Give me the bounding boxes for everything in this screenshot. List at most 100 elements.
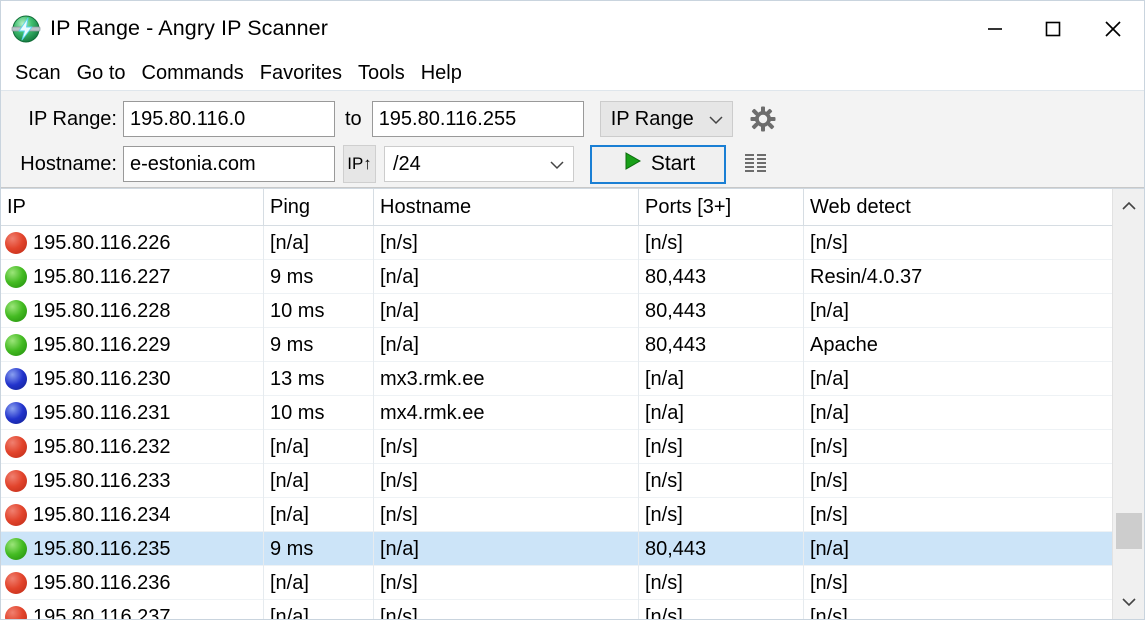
maximize-icon (1045, 21, 1061, 36)
status-green-icon (5, 334, 27, 356)
table-row[interactable]: 195.80.116.232 [n/a] [n/s] [n/s] [n/s] (1, 430, 1114, 464)
chevron-down-icon (708, 108, 724, 131)
status-red-icon (5, 470, 27, 492)
close-button[interactable] (1082, 1, 1144, 56)
cell-hostname: mx4.rmk.ee (374, 396, 639, 430)
cell-ports: 80,443 (639, 260, 804, 294)
cell-ip: 195.80.116.236 (1, 566, 264, 600)
cell-ports: [n/s] (639, 600, 804, 619)
cell-ping: 9 ms (264, 328, 374, 362)
cell-ports: [n/s] (639, 430, 804, 464)
table-row[interactable]: 195.80.116.237 [n/a] [n/s] [n/s] [n/s] (1, 600, 1114, 619)
netmask-select-value: /24 (393, 152, 421, 175)
scrollbar-track[interactable] (1113, 223, 1145, 585)
cell-ip-label: 195.80.116.232 (33, 435, 171, 458)
preferences-button[interactable] (745, 101, 781, 137)
vertical-scrollbar[interactable] (1112, 189, 1144, 619)
export-button[interactable] (738, 146, 774, 182)
hostname-input[interactable]: e-estonia.com (123, 146, 335, 182)
feeder-select[interactable]: IP Range (599, 101, 733, 137)
cell-hostname: [n/s] (374, 226, 639, 260)
chevron-down-icon (549, 153, 565, 176)
table-row[interactable]: 195.80.116.235 9 ms [n/a] 80,443 [n/a] (1, 532, 1114, 566)
cell-ip-label: 195.80.116.233 (33, 469, 171, 492)
table-row[interactable]: 195.80.116.234 [n/a] [n/s] [n/s] [n/s] (1, 498, 1114, 532)
cell-ping: 10 ms (264, 294, 374, 328)
cell-hostname: [n/s] (374, 464, 639, 498)
chevron-down-icon (1121, 598, 1136, 607)
feeder-select-value: IP Range (610, 107, 694, 130)
menu-item-goto[interactable]: Go to (69, 62, 134, 85)
chevron-up-icon (1121, 201, 1136, 210)
toolbar: IP Range: 195.80.116.0 to 195.80.116.255… (1, 91, 1144, 188)
table-row[interactable]: 195.80.116.228 10 ms [n/a] 80,443 [n/a] (1, 294, 1114, 328)
scroll-down-button[interactable] (1113, 585, 1145, 619)
cell-ping: [n/a] (264, 464, 374, 498)
scrollbar-thumb[interactable] (1115, 512, 1142, 549)
minimize-button[interactable] (966, 1, 1024, 56)
cell-ip-label: 195.80.116.230 (33, 367, 171, 390)
cell-ip: 195.80.116.226 (1, 226, 264, 260)
status-green-icon (5, 300, 27, 322)
cell-ip: 195.80.116.229 (1, 328, 264, 362)
cell-hostname: mx3.rmk.ee (374, 362, 639, 396)
gear-icon (750, 106, 776, 132)
cell-ports: [n/s] (639, 566, 804, 600)
cell-ping: 9 ms (264, 532, 374, 566)
status-green-icon (5, 266, 27, 288)
cell-ip: 195.80.116.231 (1, 396, 264, 430)
cell-ip-label: 195.80.116.235 (33, 537, 171, 560)
results-grid: IP Ping Hostname Ports [3+] Web detect 1… (1, 189, 1114, 619)
maximize-button[interactable] (1024, 1, 1082, 56)
menu-bar: Scan Go to Commands Favorites Tools Help (1, 56, 1144, 91)
table-row[interactable]: 195.80.116.236 [n/a] [n/s] [n/s] [n/s] (1, 566, 1114, 600)
toolbar-row-hostname: Hostname: e-estonia.com IP↑ /24 Start (1, 142, 774, 186)
cell-ping: 9 ms (264, 260, 374, 294)
cell-ip: 195.80.116.232 (1, 430, 264, 464)
cell-ping: [n/a] (264, 430, 374, 464)
menu-item-scan[interactable]: Scan (7, 62, 69, 85)
table-header-row: IP Ping Hostname Ports [3+] Web detect (1, 189, 1114, 226)
status-blue-icon (5, 402, 27, 424)
cell-ip-label: 195.80.116.226 (33, 231, 171, 254)
cell-ip: 195.80.116.233 (1, 464, 264, 498)
table-row[interactable]: 195.80.116.230 13 ms mx3.rmk.ee [n/a] [n/a] (1, 362, 1114, 396)
netmask-select[interactable]: /24 (384, 146, 574, 182)
cell-ip-label: 195.80.116.227 (33, 265, 171, 288)
status-red-icon (5, 232, 27, 254)
window-title: IP Range - Angry IP Scanner (50, 16, 328, 40)
start-button-label: Start (650, 152, 696, 175)
table-row[interactable]: 195.80.116.233 [n/a] [n/s] [n/s] [n/s] (1, 464, 1114, 498)
column-header-ip[interactable]: IP (1, 189, 264, 226)
cell-ip: 195.80.116.234 (1, 498, 264, 532)
column-header-ping[interactable]: Ping (264, 189, 374, 226)
table-row[interactable]: 195.80.116.229 9 ms [n/a] 80,443 Apache (1, 328, 1114, 362)
start-button[interactable]: Start (590, 144, 726, 184)
cell-web: [n/s] (810, 469, 848, 492)
table-row[interactable]: 195.80.116.231 10 ms mx4.rmk.ee [n/a] [n/a] (1, 396, 1114, 430)
menu-item-favorites[interactable]: Favorites (252, 62, 350, 85)
column-header-web[interactable]: Web detect (804, 189, 1114, 226)
angry-ip-scanner-icon (11, 14, 41, 44)
play-icon (621, 150, 643, 178)
table-row[interactable]: 195.80.116.226 [n/a] [n/s] [n/s] [n/s] (1, 226, 1114, 260)
cell-web: [n/a] (810, 299, 849, 322)
cell-web: [n/s] (810, 435, 848, 458)
column-header-hostname[interactable]: Hostname (374, 189, 639, 226)
ip-range-to-input[interactable]: 195.80.116.255 (371, 101, 584, 137)
status-blue-icon (5, 368, 27, 390)
cell-ip-label: 195.80.116.237 (33, 605, 171, 620)
cell-ip-label: 195.80.116.229 (33, 333, 171, 356)
cell-ping: [n/a] (264, 226, 374, 260)
menu-item-tools[interactable]: Tools (350, 62, 413, 85)
table-row[interactable]: 195.80.116.227 9 ms [n/a] 80,443 Resin/4.0.3… (1, 260, 1114, 294)
column-header-ports[interactable]: Ports [3+] (639, 189, 804, 226)
cell-ip-label: 195.80.116.231 (33, 401, 171, 424)
ip-range-from-input[interactable]: 195.80.116.0 (123, 101, 335, 137)
ip-up-button[interactable]: IP↑ (343, 145, 376, 183)
status-green-icon (5, 538, 27, 560)
cell-ip: 195.80.116.237 (1, 600, 264, 619)
menu-item-help[interactable]: Help (413, 62, 470, 85)
scroll-up-button[interactable] (1113, 189, 1145, 223)
menu-item-commands[interactable]: Commands (134, 62, 252, 85)
